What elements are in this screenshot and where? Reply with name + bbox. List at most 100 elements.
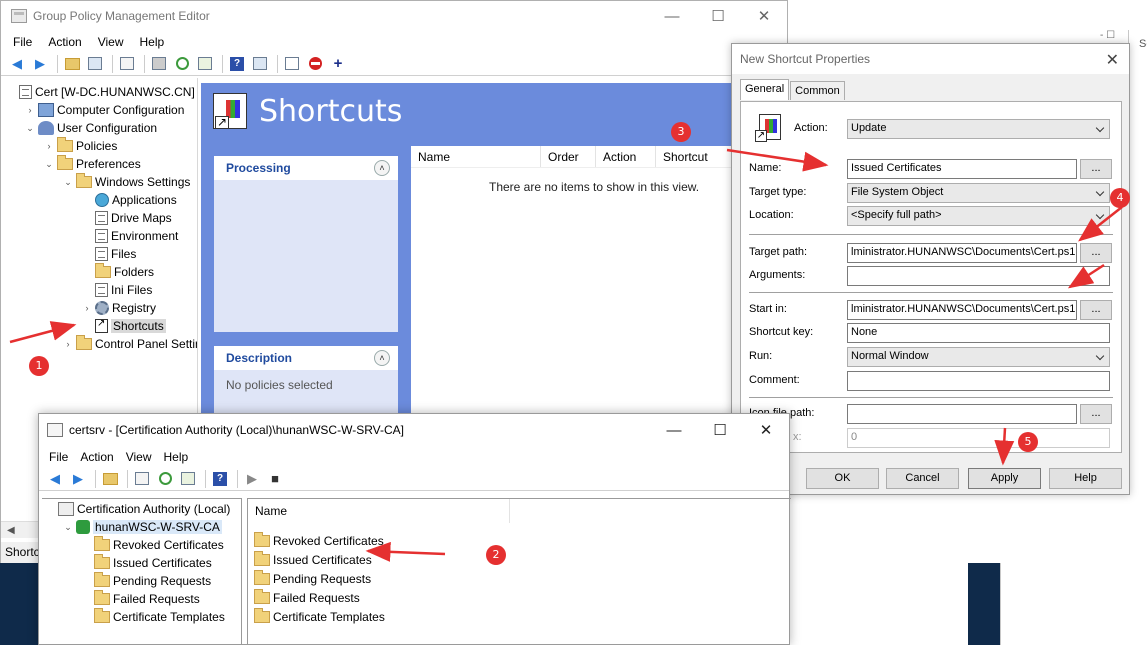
tree-item[interactable]: ⌄ hunanWSC-W-SRV-CA — [62, 518, 222, 536]
tree-item[interactable]: › Computer Configuration — [24, 101, 184, 119]
tree-item[interactable]: Shortcuts — [81, 317, 166, 335]
run-select[interactable]: Normal Window — [847, 347, 1110, 367]
start-in-field[interactable]: lministrator.HUNANWSC\Documents\Cert.ps1 — [847, 300, 1077, 320]
collapse-chevron-icon[interactable]: ˄ — [374, 160, 390, 176]
tree-item[interactable]: Failed Requests — [80, 590, 200, 608]
icon-path-field[interactable] — [847, 404, 1077, 424]
help-icon[interactable]: ? — [227, 54, 247, 74]
shortcut-key-field[interactable]: None — [847, 323, 1110, 343]
clipboard-icon[interactable] — [117, 54, 137, 74]
icon-path-browse-button[interactable]: ... — [1080, 404, 1112, 424]
forward-arrow-icon[interactable]: ▶ — [30, 54, 50, 74]
show-hide-tree-icon[interactable] — [85, 54, 105, 74]
properties-icon[interactable] — [282, 54, 302, 74]
action-select[interactable]: Update — [847, 119, 1110, 139]
menu-help[interactable]: Help — [158, 450, 195, 464]
target-path-field[interactable]: lministrator.HUNANWSC\Documents\Cert.ps1 — [847, 243, 1077, 263]
list-item[interactable]: Certificate Templates — [254, 608, 385, 626]
arguments-field[interactable] — [847, 266, 1110, 286]
forward-arrow-icon[interactable]: ▶ — [68, 469, 88, 489]
tree-item[interactable]: Cert [W-DC.HUNANWSC.CN] P — [5, 83, 197, 101]
export-list-icon[interactable] — [178, 469, 198, 489]
refresh-icon[interactable] — [155, 469, 175, 489]
back-arrow-icon[interactable]: ◀ — [45, 469, 65, 489]
list-item[interactable]: Pending Requests — [254, 570, 371, 588]
tab-common[interactable]: Common — [790, 81, 845, 100]
tree-item[interactable]: Files — [81, 245, 136, 263]
menu-action[interactable]: Action — [40, 35, 89, 49]
expand-chevron-right-icon[interactable]: › — [81, 303, 93, 313]
tree-item[interactable]: ⌄ User Configuration — [24, 119, 157, 137]
expand-chevron-down-icon[interactable]: ⌄ — [43, 159, 55, 170]
close-icon[interactable]: ✕ — [743, 414, 789, 446]
tree-item[interactable]: Drive Maps — [81, 209, 172, 227]
minimize-icon[interactable]: — — [651, 414, 697, 446]
column-header-action[interactable]: Action — [596, 146, 656, 167]
properties-icon[interactable] — [132, 469, 152, 489]
help-icon[interactable]: ? — [210, 469, 230, 489]
expand-chevron-down-icon[interactable]: ⌄ — [24, 123, 36, 134]
tree-item[interactable]: › Control Panel Setting — [62, 335, 197, 353]
maximize-icon[interactable]: ☐ — [697, 414, 743, 446]
tree-item[interactable]: Certificate Templates — [80, 608, 225, 626]
start-in-browse-button[interactable]: ... — [1080, 300, 1112, 320]
menu-file[interactable]: File — [5, 35, 40, 49]
close-icon[interactable]: ✕ — [741, 1, 787, 31]
expand-chevron-down-icon[interactable]: ⌄ — [62, 522, 74, 533]
name-field[interactable]: Issued Certificates — [847, 159, 1077, 179]
stop-service-icon[interactable]: ■ — [265, 469, 285, 489]
ok-button[interactable]: OK — [806, 468, 879, 489]
tree-item[interactable]: ⌄ Windows Settings — [62, 173, 190, 191]
name-browse-button[interactable]: ... — [1080, 159, 1112, 179]
up-folder-icon[interactable] — [100, 469, 120, 489]
tree-item[interactable]: Applications — [81, 191, 177, 209]
collapse-chevron-icon[interactable]: ˄ — [374, 350, 390, 366]
tree-item[interactable]: Pending Requests — [80, 572, 211, 590]
delete-stop-icon[interactable] — [305, 54, 325, 74]
location-select[interactable]: <Specify full path> — [847, 206, 1110, 226]
menu-action[interactable]: Action — [74, 450, 119, 464]
tree-item[interactable]: Revoked Certificates — [80, 536, 224, 554]
export-list-icon[interactable] — [195, 54, 215, 74]
tree-item[interactable]: Folders — [81, 263, 154, 281]
help-button[interactable]: Help — [1049, 468, 1122, 489]
list-item[interactable]: Revoked Certificates — [254, 532, 384, 550]
up-folder-icon[interactable] — [62, 54, 82, 74]
print-icon[interactable] — [149, 54, 169, 74]
icon-index-field[interactable]: 0 — [847, 428, 1110, 448]
expand-chevron-right-icon[interactable]: › — [62, 339, 74, 349]
tree-item[interactable]: › Policies — [43, 137, 117, 155]
tree-item[interactable]: Ini Files — [81, 281, 152, 299]
menu-view[interactable]: View — [120, 450, 158, 464]
menu-file[interactable]: File — [43, 450, 74, 464]
maximize-icon[interactable]: ☐ — [695, 1, 741, 31]
list-item[interactable]: Issued Certificates — [254, 551, 372, 569]
expand-chevron-right-icon[interactable]: › — [24, 105, 36, 115]
add-plus-icon[interactable]: + — [328, 54, 348, 74]
target-path-browse-button[interactable]: ... — [1080, 243, 1112, 263]
column-header-shortcut[interactable]: Shortcut — [656, 146, 734, 167]
column-header-order[interactable]: Order — [541, 146, 596, 167]
target-type-select[interactable]: File System Object — [847, 183, 1110, 203]
apply-button[interactable]: Apply — [968, 468, 1041, 489]
back-arrow-icon[interactable]: ◀ — [7, 54, 27, 74]
expand-chevron-down-icon[interactable]: ⌄ — [62, 177, 74, 188]
action-pane-icon[interactable] — [250, 54, 270, 74]
comment-field[interactable] — [847, 371, 1110, 391]
column-header-name[interactable]: Name — [248, 499, 510, 523]
tree-item[interactable]: Certification Authority (Local) — [44, 500, 230, 518]
start-service-icon[interactable]: ▶ — [242, 469, 262, 489]
expand-chevron-right-icon[interactable]: › — [43, 141, 55, 151]
menu-help[interactable]: Help — [132, 35, 173, 49]
menu-view[interactable]: View — [90, 35, 132, 49]
column-header-name[interactable]: Name — [411, 146, 541, 167]
cancel-button[interactable]: Cancel — [886, 468, 959, 489]
tab-general[interactable]: General — [740, 79, 790, 100]
tree-item[interactable]: Issued Certificates — [80, 554, 212, 572]
tree-item[interactable]: ⌄ Preferences — [43, 155, 141, 173]
list-item[interactable]: Failed Requests — [254, 589, 360, 607]
tree-item[interactable]: Environment — [81, 227, 178, 245]
minimize-icon[interactable]: — — [649, 1, 695, 31]
tree-item[interactable]: › Registry — [81, 299, 156, 317]
close-icon[interactable]: ✕ — [1106, 50, 1119, 70]
